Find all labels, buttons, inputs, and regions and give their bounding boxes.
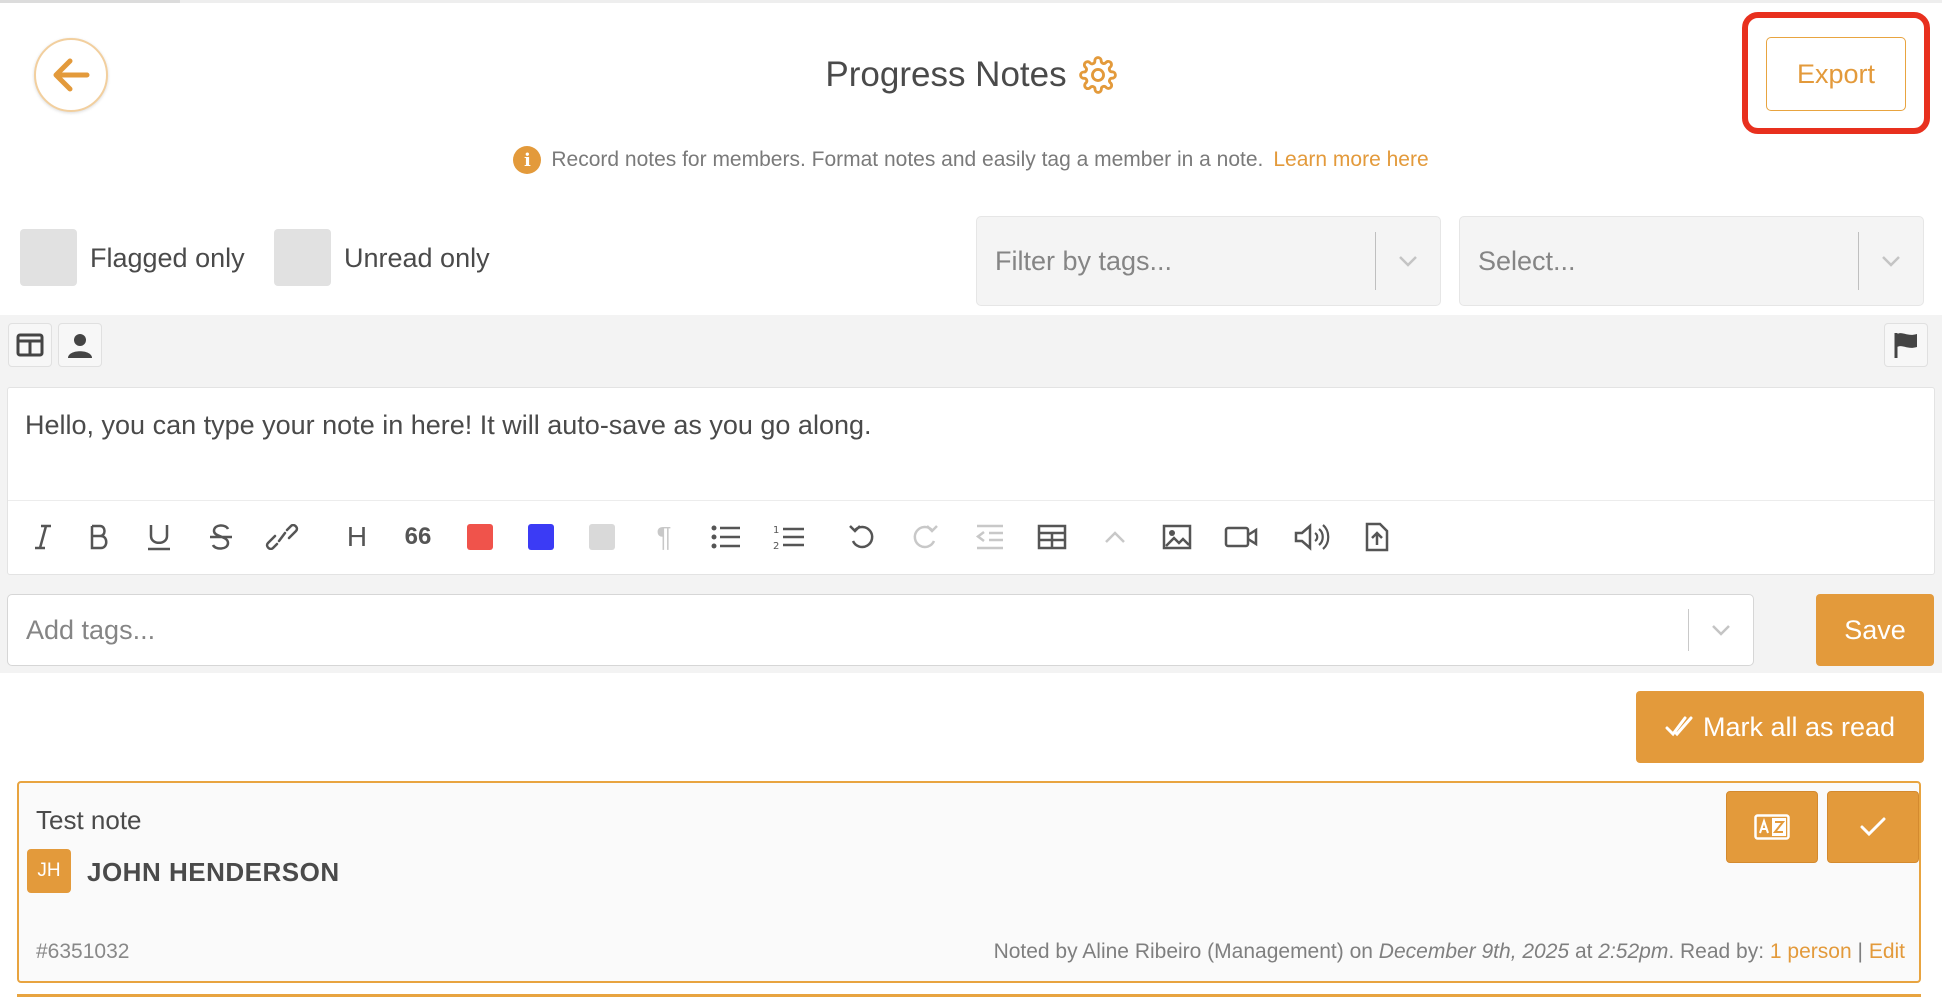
on-word: on — [1349, 940, 1373, 963]
mark-all-read-label: Mark all as read — [1702, 711, 1896, 742]
mark-read-button[interactable] — [1827, 791, 1919, 863]
formatting-toolbar: H 66 ¶ 12 — [8, 501, 1934, 575]
top-border-segment — [0, 0, 180, 3]
info-text: Record notes for members. Format notes a… — [551, 148, 1264, 171]
note-editor[interactable]: Hello, you can type your note in here! I… — [7, 387, 1935, 575]
italic-icon[interactable] — [21, 515, 65, 559]
paragraph-icon[interactable]: ¶ — [642, 515, 686, 559]
translate-button[interactable] — [1726, 791, 1818, 863]
note-time: 2:52pm — [1598, 940, 1669, 963]
svg-text:1: 1 — [773, 525, 779, 536]
flag-icon — [1894, 333, 1917, 358]
columns-icon — [16, 333, 44, 357]
link-icon[interactable] — [260, 515, 304, 559]
layout-toggle-button[interactable] — [8, 323, 52, 367]
outdent-icon[interactable] — [968, 515, 1012, 559]
save-button[interactable]: Save — [1816, 594, 1934, 666]
read-by-label: . Read by: — [1668, 940, 1765, 963]
translate-icon — [1754, 814, 1790, 840]
noted-by: Noted by Aline Ribeiro (Management) — [993, 940, 1344, 963]
image-icon[interactable] — [1155, 515, 1199, 559]
note-title: Test note — [36, 805, 142, 835]
page-header: Progress Notes — [0, 50, 1942, 100]
collapse-icon[interactable] — [1093, 515, 1137, 559]
flag-button[interactable] — [1884, 323, 1928, 367]
unread-only-checkbox[interactable] — [274, 229, 331, 286]
filter-by-tags-select[interactable]: Filter by tags... — [976, 216, 1441, 306]
text-color-red-icon[interactable] — [458, 515, 502, 559]
filter-by-tags-placeholder: Filter by tags... — [995, 245, 1173, 276]
bold-icon[interactable] — [77, 515, 121, 559]
text-color-blue-icon[interactable] — [519, 515, 563, 559]
note-meta: Noted by Aline Ribeiro (Management) on D… — [994, 940, 1905, 964]
next-note-edge — [17, 994, 1921, 997]
chevron-down-icon — [1859, 254, 1923, 268]
note-date: December 9th, 2025 — [1378, 940, 1570, 963]
quote-icon[interactable]: 66 — [396, 515, 440, 559]
mark-all-read-button[interactable]: Mark all as read — [1636, 691, 1924, 763]
chevron-down-icon — [1376, 254, 1440, 268]
member-select-placeholder: Select... — [1478, 245, 1576, 276]
svg-text:2: 2 — [773, 541, 779, 551]
note-editor-content[interactable]: Hello, you can type your note in here! I… — [25, 410, 872, 441]
check-icon — [1860, 817, 1886, 837]
edit-link[interactable]: Edit — [1869, 940, 1905, 963]
unread-only-label: Unread only — [344, 243, 490, 273]
tag-member-button[interactable] — [58, 323, 102, 367]
chevron-down-icon — [1689, 623, 1753, 637]
member-name[interactable]: JOHN HENDERSON — [87, 857, 340, 888]
info-icon: i — [513, 146, 542, 174]
table-icon[interactable] — [1030, 515, 1074, 559]
gear-icon[interactable] — [1078, 56, 1117, 94]
add-tags-placeholder: Add tags... — [26, 614, 156, 645]
learn-more-link[interactable]: Learn more here — [1273, 148, 1428, 172]
audio-icon[interactable] — [1290, 515, 1334, 559]
flagged-only-label: Flagged only — [90, 243, 245, 273]
member-select[interactable]: Select... — [1459, 216, 1924, 306]
flagged-only-checkbox[interactable] — [20, 229, 77, 286]
info-banner: i Record notes for members. Format notes… — [0, 142, 1942, 178]
note-id: #6351032 — [36, 940, 130, 963]
page-title: Progress Notes — [825, 55, 1067, 94]
user-icon — [68, 334, 92, 358]
underline-icon[interactable] — [137, 515, 181, 559]
double-check-icon — [1665, 716, 1693, 737]
read-by-link[interactable]: 1 person — [1770, 940, 1852, 963]
heading-icon[interactable]: H — [335, 515, 379, 559]
at-word: at — [1574, 940, 1593, 963]
text-color-gray-icon[interactable] — [580, 515, 624, 559]
bullet-list-icon[interactable] — [704, 515, 748, 559]
add-tags-select[interactable]: Add tags... — [7, 594, 1754, 666]
avatar: JH — [27, 849, 71, 893]
note-card[interactable]: Test note JH JOHN HENDERSON #6351032 Not… — [17, 781, 1921, 983]
export-button[interactable]: Export — [1766, 37, 1906, 111]
redo-icon[interactable] — [903, 515, 947, 559]
video-icon[interactable] — [1219, 515, 1263, 559]
undo-icon[interactable] — [840, 515, 884, 559]
file-upload-icon[interactable] — [1355, 515, 1399, 559]
top-border — [0, 0, 1942, 3]
strikethrough-icon[interactable] — [199, 515, 243, 559]
meta-separator: | — [1857, 940, 1863, 963]
numbered-list-icon[interactable]: 12 — [767, 515, 811, 559]
